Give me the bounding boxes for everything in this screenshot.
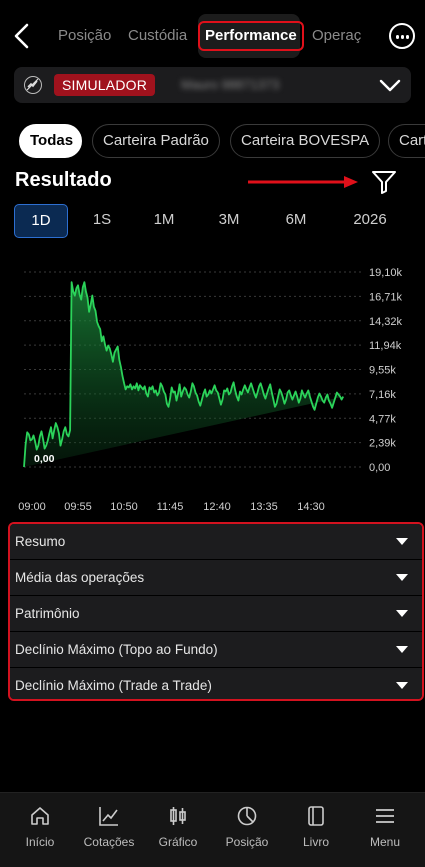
tab-performance[interactable]: Performance <box>198 14 304 58</box>
caret-down-icon <box>396 682 408 689</box>
account-selector[interactable]: SIMULADOR Mauro 98871373 <box>14 67 411 103</box>
accordion-patrimonio-label: Patrimônio <box>15 606 80 621</box>
caret-down-icon <box>396 574 408 581</box>
nav-grafico-label: Gráfico <box>158 835 198 849</box>
x-tick-label: 11:45 <box>157 501 184 513</box>
accordion-patrimonio[interactable]: Patrimônio <box>10 596 422 632</box>
nav-menu[interactable]: Menu <box>350 793 420 867</box>
y-tick-label: 11,94k <box>369 340 402 352</box>
results-accordion: Resumo Média das operações Patrimônio De… <box>8 522 424 701</box>
tab-posicao[interactable]: Posição <box>58 14 111 58</box>
period-6m[interactable]: 6M <box>269 204 323 238</box>
chip-carteira-more[interactable]: Cart <box>388 124 425 158</box>
red-arrow-annotation <box>248 176 358 188</box>
more-horizontal-icon[interactable] <box>389 23 415 49</box>
chevron-left-icon[interactable] <box>10 20 34 52</box>
chevron-down-icon[interactable] <box>378 76 402 94</box>
simulator-badge: SIMULADOR <box>54 74 156 96</box>
accordion-declinio-trade-label: Declínio Máximo (Trade a Trade) <box>15 678 212 693</box>
x-tick-label: 14:30 <box>297 501 325 513</box>
chart-start-label: 0,00 <box>34 453 55 465</box>
x-tick-label: 09:55 <box>64 501 92 513</box>
nav-livro[interactable]: Livro <box>281 793 351 867</box>
nav-posicao[interactable]: Posição <box>212 793 282 867</box>
nav-menu-label: Menu <box>369 835 401 849</box>
book-icon <box>308 806 324 826</box>
accordion-resumo-label: Resumo <box>15 534 66 549</box>
period-3m[interactable]: 3M <box>202 204 256 238</box>
y-tick-label: 19,10k <box>369 267 403 279</box>
nav-inicio-label: Início <box>25 835 55 849</box>
x-tick-label: 12:40 <box>203 501 231 513</box>
bottom-navigation: Início Cotações Gráfico Posição Livro Me… <box>0 792 425 867</box>
nav-livro-label: Livro <box>302 835 329 849</box>
pie-chart-icon <box>237 806 257 826</box>
accordion-resumo[interactable]: Resumo <box>10 524 422 560</box>
filter-icon[interactable] <box>370 169 398 195</box>
y-tick-label: 16,71k <box>369 291 403 303</box>
nav-cotacoes-label: Cotações <box>83 835 135 849</box>
accordion-media-operacoes[interactable]: Média das operações <box>10 560 422 596</box>
performance-chart: 19,10k 16,71k 14,32k 11,94k 9,55k 7,16k 4,77k 2… <box>18 267 403 513</box>
x-tick-label: 09:00 <box>18 501 46 513</box>
home-icon <box>31 807 49 825</box>
account-icon <box>24 76 42 94</box>
y-tick-label: 4,77k <box>369 413 396 425</box>
period-2026[interactable]: 2026 <box>343 204 397 238</box>
accordion-media-label: Média das operações <box>15 570 145 585</box>
chart-line-icon <box>99 807 118 826</box>
nav-grafico[interactable]: Gráfico <box>143 793 213 867</box>
nav-inicio[interactable]: Início <box>5 793 75 867</box>
chip-carteira-padrao[interactable]: Carteira Padrão <box>92 124 220 158</box>
portfolio-filter-chips: Todas Carteira Padrão Carteira BOVESPA C… <box>0 124 425 158</box>
x-tick-label: 13:35 <box>250 501 278 513</box>
top-navigation: Posição Custódia Performance Operaç <box>0 0 425 66</box>
chip-todas[interactable]: Todas <box>19 124 82 158</box>
tab-operacoes[interactable]: Operaç <box>312 14 361 58</box>
period-selector: 1D 1S 1M 3M 6M 2026 <box>0 204 425 238</box>
y-tick-label: 2,39k <box>369 438 396 450</box>
candlestick-icon <box>170 807 186 825</box>
tabs-bar: Posição Custódia Performance Operaç <box>52 14 370 58</box>
caret-down-icon <box>396 610 408 617</box>
nav-posicao-label: Posição <box>225 835 269 849</box>
y-tick-label: 9,55k <box>369 365 396 377</box>
caret-down-icon <box>396 646 408 653</box>
y-tick-label: 14,32k <box>369 316 403 328</box>
section-title: Resultado <box>15 169 112 191</box>
accordion-declinio-trade[interactable]: Declínio Máximo (Trade a Trade) <box>10 668 422 699</box>
period-1d[interactable]: 1D <box>14 204 68 238</box>
period-1s[interactable]: 1S <box>75 204 129 238</box>
caret-down-icon <box>396 538 408 545</box>
accordion-declinio-topo-label: Declínio Máximo (Topo ao Fundo) <box>15 642 218 657</box>
x-tick-label: 10:50 <box>110 501 138 513</box>
accordion-declinio-topo-fundo[interactable]: Declínio Máximo (Topo ao Fundo) <box>10 632 422 668</box>
nav-cotacoes[interactable]: Cotações <box>74 793 144 867</box>
y-tick-label: 7,16k <box>369 389 396 401</box>
tab-custodia[interactable]: Custódia <box>128 14 187 58</box>
account-name: Mauro 98871373 <box>181 77 280 92</box>
period-1m[interactable]: 1M <box>137 204 191 238</box>
tab-performance-label: Performance <box>198 21 304 51</box>
chip-carteira-bovespa[interactable]: Carteira BOVESPA <box>230 124 381 158</box>
y-tick-label: 0,00 <box>369 462 390 474</box>
menu-icon <box>376 809 394 823</box>
